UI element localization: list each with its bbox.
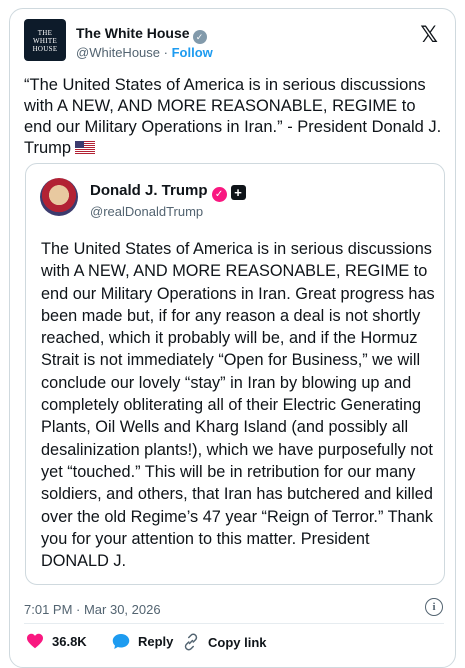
tweet-card: THE WHITE HOUSE The White House ✓ @WhiteH…: [9, 8, 456, 668]
affiliate-plus-icon: +: [230, 185, 246, 200]
divider: [24, 623, 444, 624]
separator-dot: ·: [163, 45, 168, 60]
tweet-timestamp[interactable]: 7:01 PM · Mar 30, 2026: [24, 602, 161, 617]
follow-button[interactable]: Follow: [172, 45, 213, 60]
verified-badge-icon: ✓: [192, 30, 207, 44]
reply-bubble-icon: [112, 634, 130, 649]
tweet-body: “The United States of America is in seri…: [24, 75, 444, 159]
logo-text-line: HOUSE: [32, 45, 58, 53]
quoted-account-name[interactable]: Donald J. Trump: [90, 182, 208, 199]
quoted-tweet[interactable]: Donald J. Trump ✓ + @realDonaldTrump The U…: [25, 163, 445, 585]
copy-link-label: Copy link: [208, 634, 267, 650]
trump-avatar[interactable]: [40, 178, 78, 216]
account-name[interactable]: The White House: [76, 25, 190, 41]
reply-label: Reply: [138, 634, 174, 649]
x-logo-icon[interactable]: 𝕏: [420, 23, 438, 48]
verified-badge-icon: ✓: [211, 187, 227, 202]
account-name-row[interactable]: The White House ✓: [76, 25, 207, 44]
quoted-tweet-text: The United States of America is in serio…: [41, 240, 435, 571]
tweet-header: THE WHITE HOUSE The White House ✓ @WhiteH…: [24, 19, 444, 63]
heart-icon: [27, 633, 43, 649]
copy-link-button[interactable]: Copy link: [182, 633, 267, 651]
like-button[interactable]: 36.8K: [26, 633, 87, 649]
account-handle[interactable]: @WhiteHouse: [76, 45, 160, 60]
info-icon[interactable]: i: [425, 598, 443, 616]
quoted-name-row: Donald J. Trump ✓ +: [90, 182, 246, 202]
white-house-avatar[interactable]: THE WHITE HOUSE: [24, 19, 66, 61]
like-count: 36.8K: [52, 633, 87, 649]
action-bar: 36.8K Reply Copy link: [24, 633, 444, 655]
link-icon: [184, 633, 198, 651]
logo-text-line: WHITE: [32, 37, 58, 45]
logo-text-line: THE: [37, 29, 53, 37]
quoted-account-handle[interactable]: @realDonaldTrump: [90, 204, 203, 219]
account-handle-row: @WhiteHouse · Follow: [76, 45, 213, 60]
reply-button[interactable]: Reply: [112, 633, 173, 650]
us-flag-icon: [75, 141, 96, 154]
